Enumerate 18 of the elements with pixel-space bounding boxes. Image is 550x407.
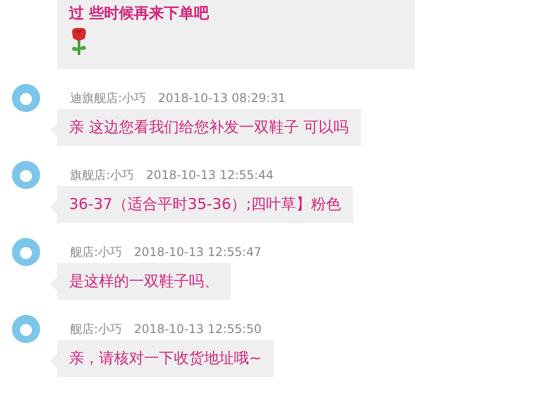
message-text: 36-37（适合平时35-36）;四叶草】粉色 [69, 195, 342, 214]
sender-name: 迪旗舰店:小巧 [70, 90, 146, 106]
avatar-icon [12, 161, 40, 189]
message-text: 亲，请核对一下收货地址哦~ [69, 349, 262, 368]
avatar-icon [12, 315, 40, 343]
message-time: 2018-10-13 12:55:50 [134, 322, 262, 336]
rose-icon [69, 27, 89, 57]
sender-name: 舰店:小巧 [70, 244, 122, 260]
message-text: 过 些时候再来下单吧 [69, 4, 210, 23]
message-text: 是这样的一双鞋子吗、 [69, 272, 219, 291]
avatar-icon [12, 84, 40, 112]
message-time: 2018-10-13 12:55:44 [146, 168, 274, 182]
message-time: 2018-10-13 12:55:47 [134, 245, 262, 259]
message-time: 2018-10-13 08:29:31 [158, 91, 286, 105]
message-text: 亲 这边您看我们给您补发一双鞋子 可以吗 [69, 118, 349, 137]
avatar-icon [12, 238, 40, 266]
sender-name: 舰店:小巧 [70, 320, 122, 338]
sender-name: 旗舰店:小巧 [70, 166, 134, 184]
